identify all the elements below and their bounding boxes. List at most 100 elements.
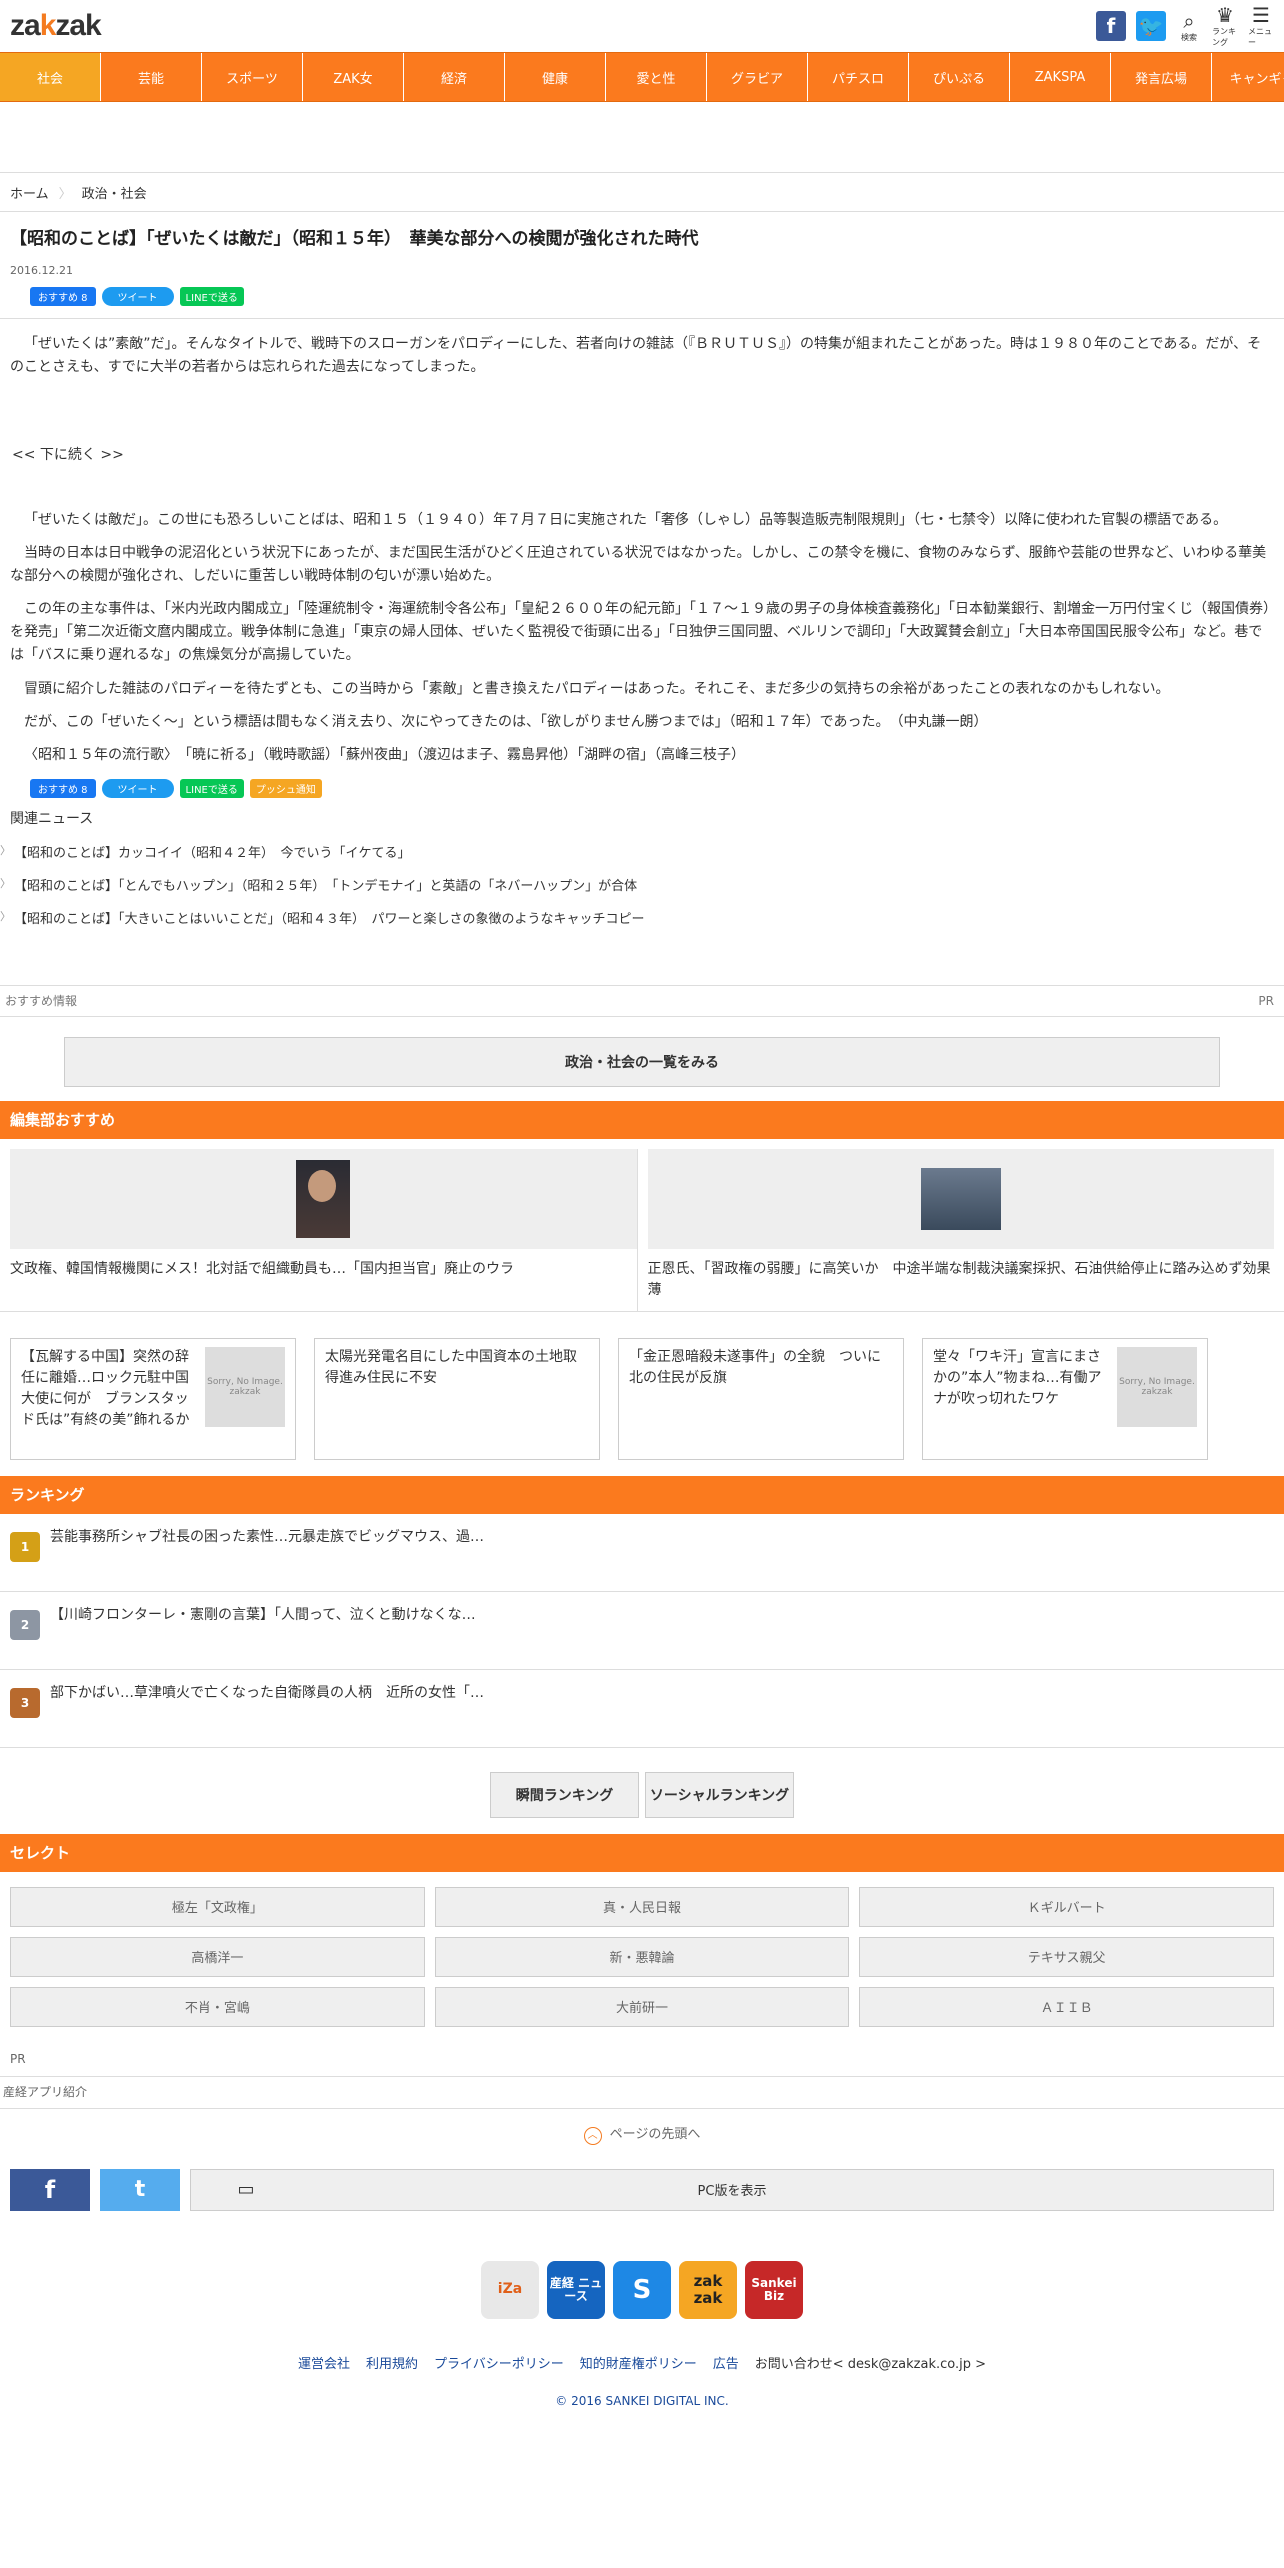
footer-link[interactable]: 知的財産権ポリシー xyxy=(580,2353,697,2372)
editor-cards: 【瓦解する中国】突然の辞任に離婚…ロック元駐中国大使に何が ブランスタッド氏は”… xyxy=(0,1312,1284,1460)
related-link[interactable]: 【昭和のことば】「大きいことはいいことだ」（昭和４３年） パワーと楽しさの象徴の… xyxy=(0,902,1284,935)
pick-item[interactable]: 正恩氏、「習政権の弱腰」に高笑いか 中途半端な制裁決議案採択、石油供給停止に踏み… xyxy=(636,1148,1274,1311)
continue-marker: << 下に続く >> xyxy=(12,446,124,463)
fb-recommend-button[interactable]: おすすめ 8 xyxy=(30,286,96,306)
recommended-bar: おすすめ情報 PR xyxy=(0,984,1284,1017)
pick-title: 文政権、韓国情報機関にメス！北対話で組織動員も…「国内担当官」廃止のウラ xyxy=(10,1260,514,1277)
nav-item[interactable]: 芸能 xyxy=(101,53,202,101)
fb-recommend-button[interactable]: おすすめ 8 xyxy=(30,778,96,798)
crown-icon: 2 xyxy=(10,1609,40,1640)
card-item[interactable]: 「金正恩暗殺未遂事件」の全貌 ついに北の住民が反旗 xyxy=(618,1337,904,1460)
crown-icon: 1 xyxy=(10,1531,40,1562)
select-item[interactable]: 不肖・宮嶋 xyxy=(10,1986,425,2027)
paragraph: 「ぜいたくは敵だ」。この世にも恐ろしいことばは、昭和１５（１９４０）年７月７日に… xyxy=(24,511,1228,528)
line-share-button[interactable]: LINEで送る xyxy=(179,778,244,798)
iza-logo[interactable]: iZa xyxy=(481,2260,539,2319)
nav-item[interactable]: ZAKSPA xyxy=(1010,53,1111,101)
select-item[interactable]: 新・悪韓論 xyxy=(434,1936,850,1977)
select-item[interactable]: 高橋洋一 xyxy=(10,1936,425,1977)
nav-item[interactable]: ぴいぷる xyxy=(909,53,1010,101)
twitter-icon[interactable]: 🐦 xyxy=(1136,11,1166,41)
sankei-news-logo[interactable]: 産経 ニュース xyxy=(547,2260,605,2319)
hamburger-icon: ☰ xyxy=(1252,3,1270,27)
app-intro[interactable]: 産経アプリ紹介 xyxy=(0,2077,1284,2109)
related-link[interactable]: 【昭和のことば】カッコイイ（昭和４２年） 今でいう「イケてる」 xyxy=(0,836,1284,869)
share-bar-top: おすすめ 8 ツイート LINEで送る xyxy=(0,277,1284,316)
breadcrumb: ホーム 〉 政治・社会 xyxy=(0,172,1284,212)
select-item[interactable]: ＡＩＩＢ xyxy=(859,1986,1274,2027)
menu-button[interactable]: ☰ メニュー xyxy=(1248,4,1274,48)
footer-link[interactable]: 広告 xyxy=(713,2353,739,2372)
pick-title: 正恩氏、「習政権の弱腰」に高笑いか 中途半端な制裁決議案採択、石油供給停止に踏み… xyxy=(647,1260,1271,1298)
article-body-cont: 「ぜいたくは敵だ」。この世にも恐ろしいことばは、昭和１５（１９４０）年７月７日に… xyxy=(0,509,1284,767)
nav-item[interactable]: 社会 xyxy=(0,53,101,101)
pc-version-button[interactable]: ▭ PC版を表示 xyxy=(190,2168,1274,2211)
select-heading: セレクト xyxy=(0,1833,1284,1872)
search-button[interactable]: ⌕ 検索 xyxy=(1176,10,1202,43)
logo-part: zak xyxy=(55,9,101,42)
select-grid: 極左「文政権」 真・人民日報 Ｋギルバート 高橋洋一 新・悪韓論 テキサス親父 … xyxy=(0,1872,1284,2042)
sanspo-logo[interactable]: S xyxy=(613,2260,671,2319)
instant-ranking-button[interactable]: 瞬間ランキング xyxy=(490,1771,639,1818)
nav-item[interactable]: ZAK女 xyxy=(303,53,404,101)
paragraph: だが、この「ぜいたく～」という標語は間もなく消え去り、次にやってきたのは、「欲し… xyxy=(24,713,988,730)
chevron-up-icon: ︿ xyxy=(583,2126,602,2145)
twitter-share-button[interactable]: t xyxy=(100,2168,180,2211)
nav-item[interactable]: キャンギャ xyxy=(1212,53,1284,101)
select-item[interactable]: 真・人民日報 xyxy=(434,1886,850,1927)
tweet-button[interactable]: ツイート xyxy=(101,286,174,306)
pick-item[interactable]: 文政権、韓国情報機関にメス！北対話で組織動員も…「国内担当官」廃止のウラ xyxy=(10,1148,637,1311)
section-list-button[interactable]: 政治・社会の一覧をみる xyxy=(64,1036,1220,1087)
ranking-item[interactable]: 2 【川崎フロンターレ・憲剛の言葉】「人間って、泣くと動けなくな… xyxy=(0,1592,1284,1670)
ranking-item[interactable]: 1 芸能事務所シャブ社長の困った素性…元暴走族でビッグマウス、過… xyxy=(0,1514,1284,1592)
ranking-button[interactable]: ♛ ランキング xyxy=(1212,4,1238,48)
crown-icon: ♛ xyxy=(1216,3,1234,27)
nav-item[interactable]: 発言広場 xyxy=(1111,53,1212,101)
paragraph: この年の主な事件は、「米内光政内閣成立」「陸運統制令・海運統制令各公布」「皇紀２… xyxy=(10,601,1270,664)
related-link[interactable]: 【昭和のことば】「とんでもハップン」（昭和２５年） 「トンデモナイ」と英語の「ネ… xyxy=(0,869,1284,902)
ranking-title: 芸能事務所シャブ社長の困った素性…元暴走族でビッグマウス、過… xyxy=(50,1528,484,1545)
editor-picks-heading: 編集部おすすめ xyxy=(0,1100,1284,1139)
pc-version-label: PC版を表示 xyxy=(697,2184,767,2200)
group-logos: iZa 産経 ニュース S zak zak Sankei Biz xyxy=(0,2221,1284,2319)
card-item[interactable]: 堂々「ワキ汗」宣言にまさかの”本人”物まね…有働アナが吹っ切れたワケ Sorry… xyxy=(922,1337,1208,1460)
tweet-button[interactable]: ツイート xyxy=(101,778,174,798)
facebook-share-button[interactable]: f xyxy=(10,2168,90,2211)
monitor-icon: ▭ xyxy=(237,2179,255,2201)
nav-item[interactable]: 健康 xyxy=(505,53,606,101)
facebook-icon[interactable]: f xyxy=(1096,11,1126,41)
zakzak-footer-logo[interactable]: zak zak xyxy=(679,2260,737,2319)
no-image-placeholder: Sorry, No Image. zakzak xyxy=(1117,1346,1197,1427)
card-title: 太陽光発電名目にした中国資本の土地取得進み住民に不安 xyxy=(325,1348,577,1386)
select-item[interactable]: テキサス親父 xyxy=(859,1936,1274,1977)
nav-item[interactable]: 経済 xyxy=(404,53,505,101)
search-icon: ⌕ xyxy=(1183,8,1195,33)
nav-item[interactable]: 愛と性 xyxy=(606,53,707,101)
card-item[interactable]: 【瓦解する中国】突然の辞任に離婚…ロック元駐中国大使に何が ブランスタッド氏は”… xyxy=(10,1337,296,1460)
contact-email[interactable]: お問い合わせ< desk@zakzak.co.jp > xyxy=(755,2353,986,2372)
select-item[interactable]: 大前研一 xyxy=(434,1986,850,2027)
ranking-item[interactable]: 3 部下かばい…草津噴火で亡くなった自衛隊員の人柄 近所の女性「… xyxy=(0,1670,1284,1748)
sankeibiz-logo[interactable]: Sankei Biz xyxy=(745,2260,803,2319)
card-item[interactable]: 太陽光発電名目にした中国資本の土地取得進み住民に不安 xyxy=(314,1337,600,1460)
nav-item[interactable]: グラビア xyxy=(707,53,808,101)
select-item[interactable]: Ｋギルバート xyxy=(859,1886,1274,1927)
footer-link[interactable]: 運営会社 xyxy=(298,2353,350,2372)
breadcrumb-separator: 〉 xyxy=(58,186,72,202)
breadcrumb-home[interactable]: ホーム xyxy=(10,183,49,202)
footer-link[interactable]: 利用規約 xyxy=(366,2353,418,2372)
push-notify-button[interactable]: プッシュ通知 xyxy=(249,778,322,798)
social-ranking-button[interactable]: ソーシャルランキング xyxy=(645,1771,794,1818)
card-title: 堂々「ワキ汗」宣言にまさかの”本人”物まね…有働アナが吹っ切れたワケ xyxy=(933,1348,1102,1407)
footer-link[interactable]: プライバシーポリシー xyxy=(434,2353,564,2372)
line-share-button[interactable]: LINEで送る xyxy=(179,286,244,306)
page-top-link[interactable]: ︿ ページの先頭へ xyxy=(0,2109,1284,2159)
ranking-label: ランキング xyxy=(1212,27,1236,47)
ranking-heading: ランキング xyxy=(0,1475,1284,1514)
breadcrumb-section[interactable]: 政治・社会 xyxy=(82,183,147,202)
zakzak-logo[interactable]: zakzak xyxy=(10,9,102,43)
pick-image xyxy=(647,1148,1274,1249)
select-item[interactable]: 極左「文政権」 xyxy=(10,1886,425,1927)
nav-item[interactable]: パチスロ xyxy=(808,53,909,101)
nav-item[interactable]: スポーツ xyxy=(202,53,303,101)
